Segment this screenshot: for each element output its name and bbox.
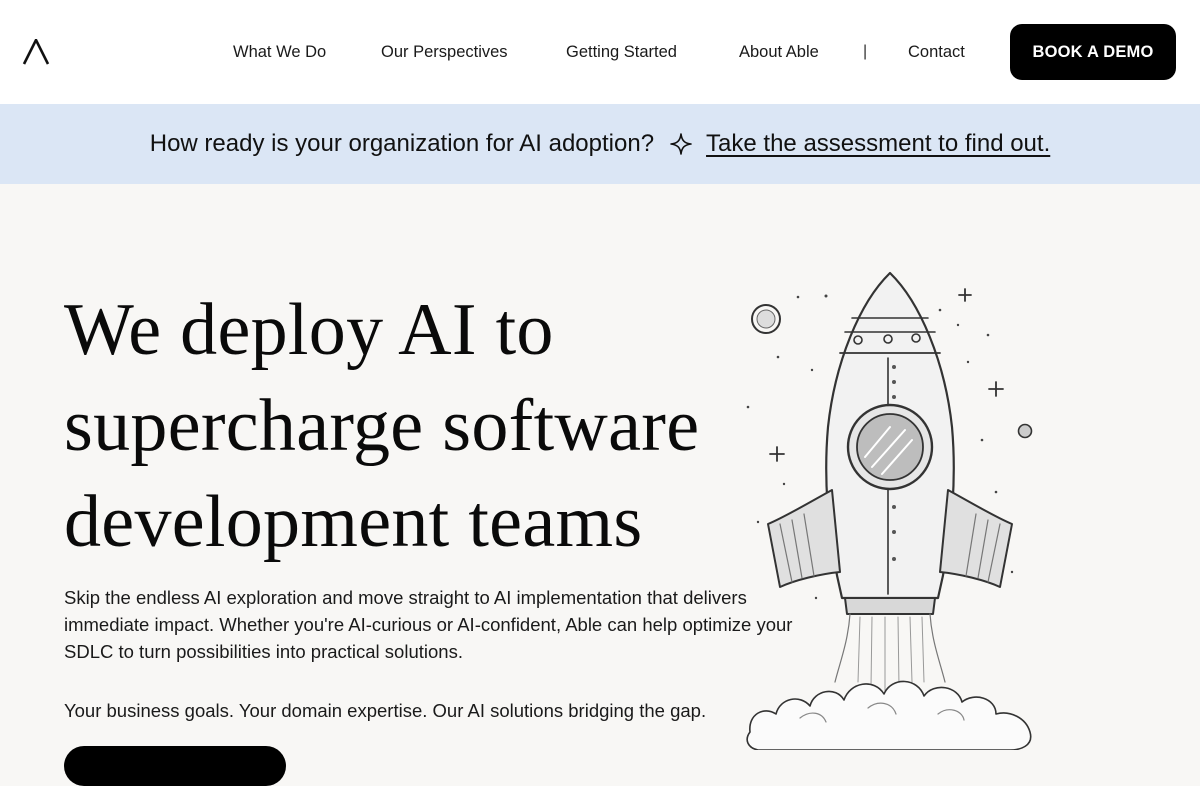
- banner-question: How ready is your organization for AI ad…: [149, 130, 655, 157]
- rocket-illustration: [746, 271, 1033, 750]
- sparkle-icon: [670, 133, 692, 155]
- assessment-banner: How ready is your organization for AI ad…: [0, 104, 1200, 184]
- hero-tagline: Your business goals. Your domain experti…: [64, 700, 707, 721]
- nav-about-able[interactable]: About Able: [739, 41, 819, 63]
- nav-our-perspectives[interactable]: Our Perspectives: [381, 41, 508, 63]
- nav-getting-started[interactable]: Getting Started: [566, 41, 677, 63]
- hero-title: We deploy AI to supercharge software dev…: [64, 289, 700, 563]
- nav-contact[interactable]: Contact: [908, 41, 965, 63]
- hero-cta-button[interactable]: [64, 746, 286, 786]
- hero-description: Skip the endless AI exploration and move…: [64, 587, 793, 662]
- nav-what-we-do[interactable]: What We Do: [233, 41, 326, 63]
- assessment-link[interactable]: Take the assessment to find out.: [706, 130, 1050, 158]
- book-demo-button[interactable]: BOOK A DEMO: [1010, 24, 1176, 80]
- nav-separator: |: [863, 43, 868, 60]
- site-header: What We Do Our Perspectives Getting Star…: [0, 0, 1200, 104]
